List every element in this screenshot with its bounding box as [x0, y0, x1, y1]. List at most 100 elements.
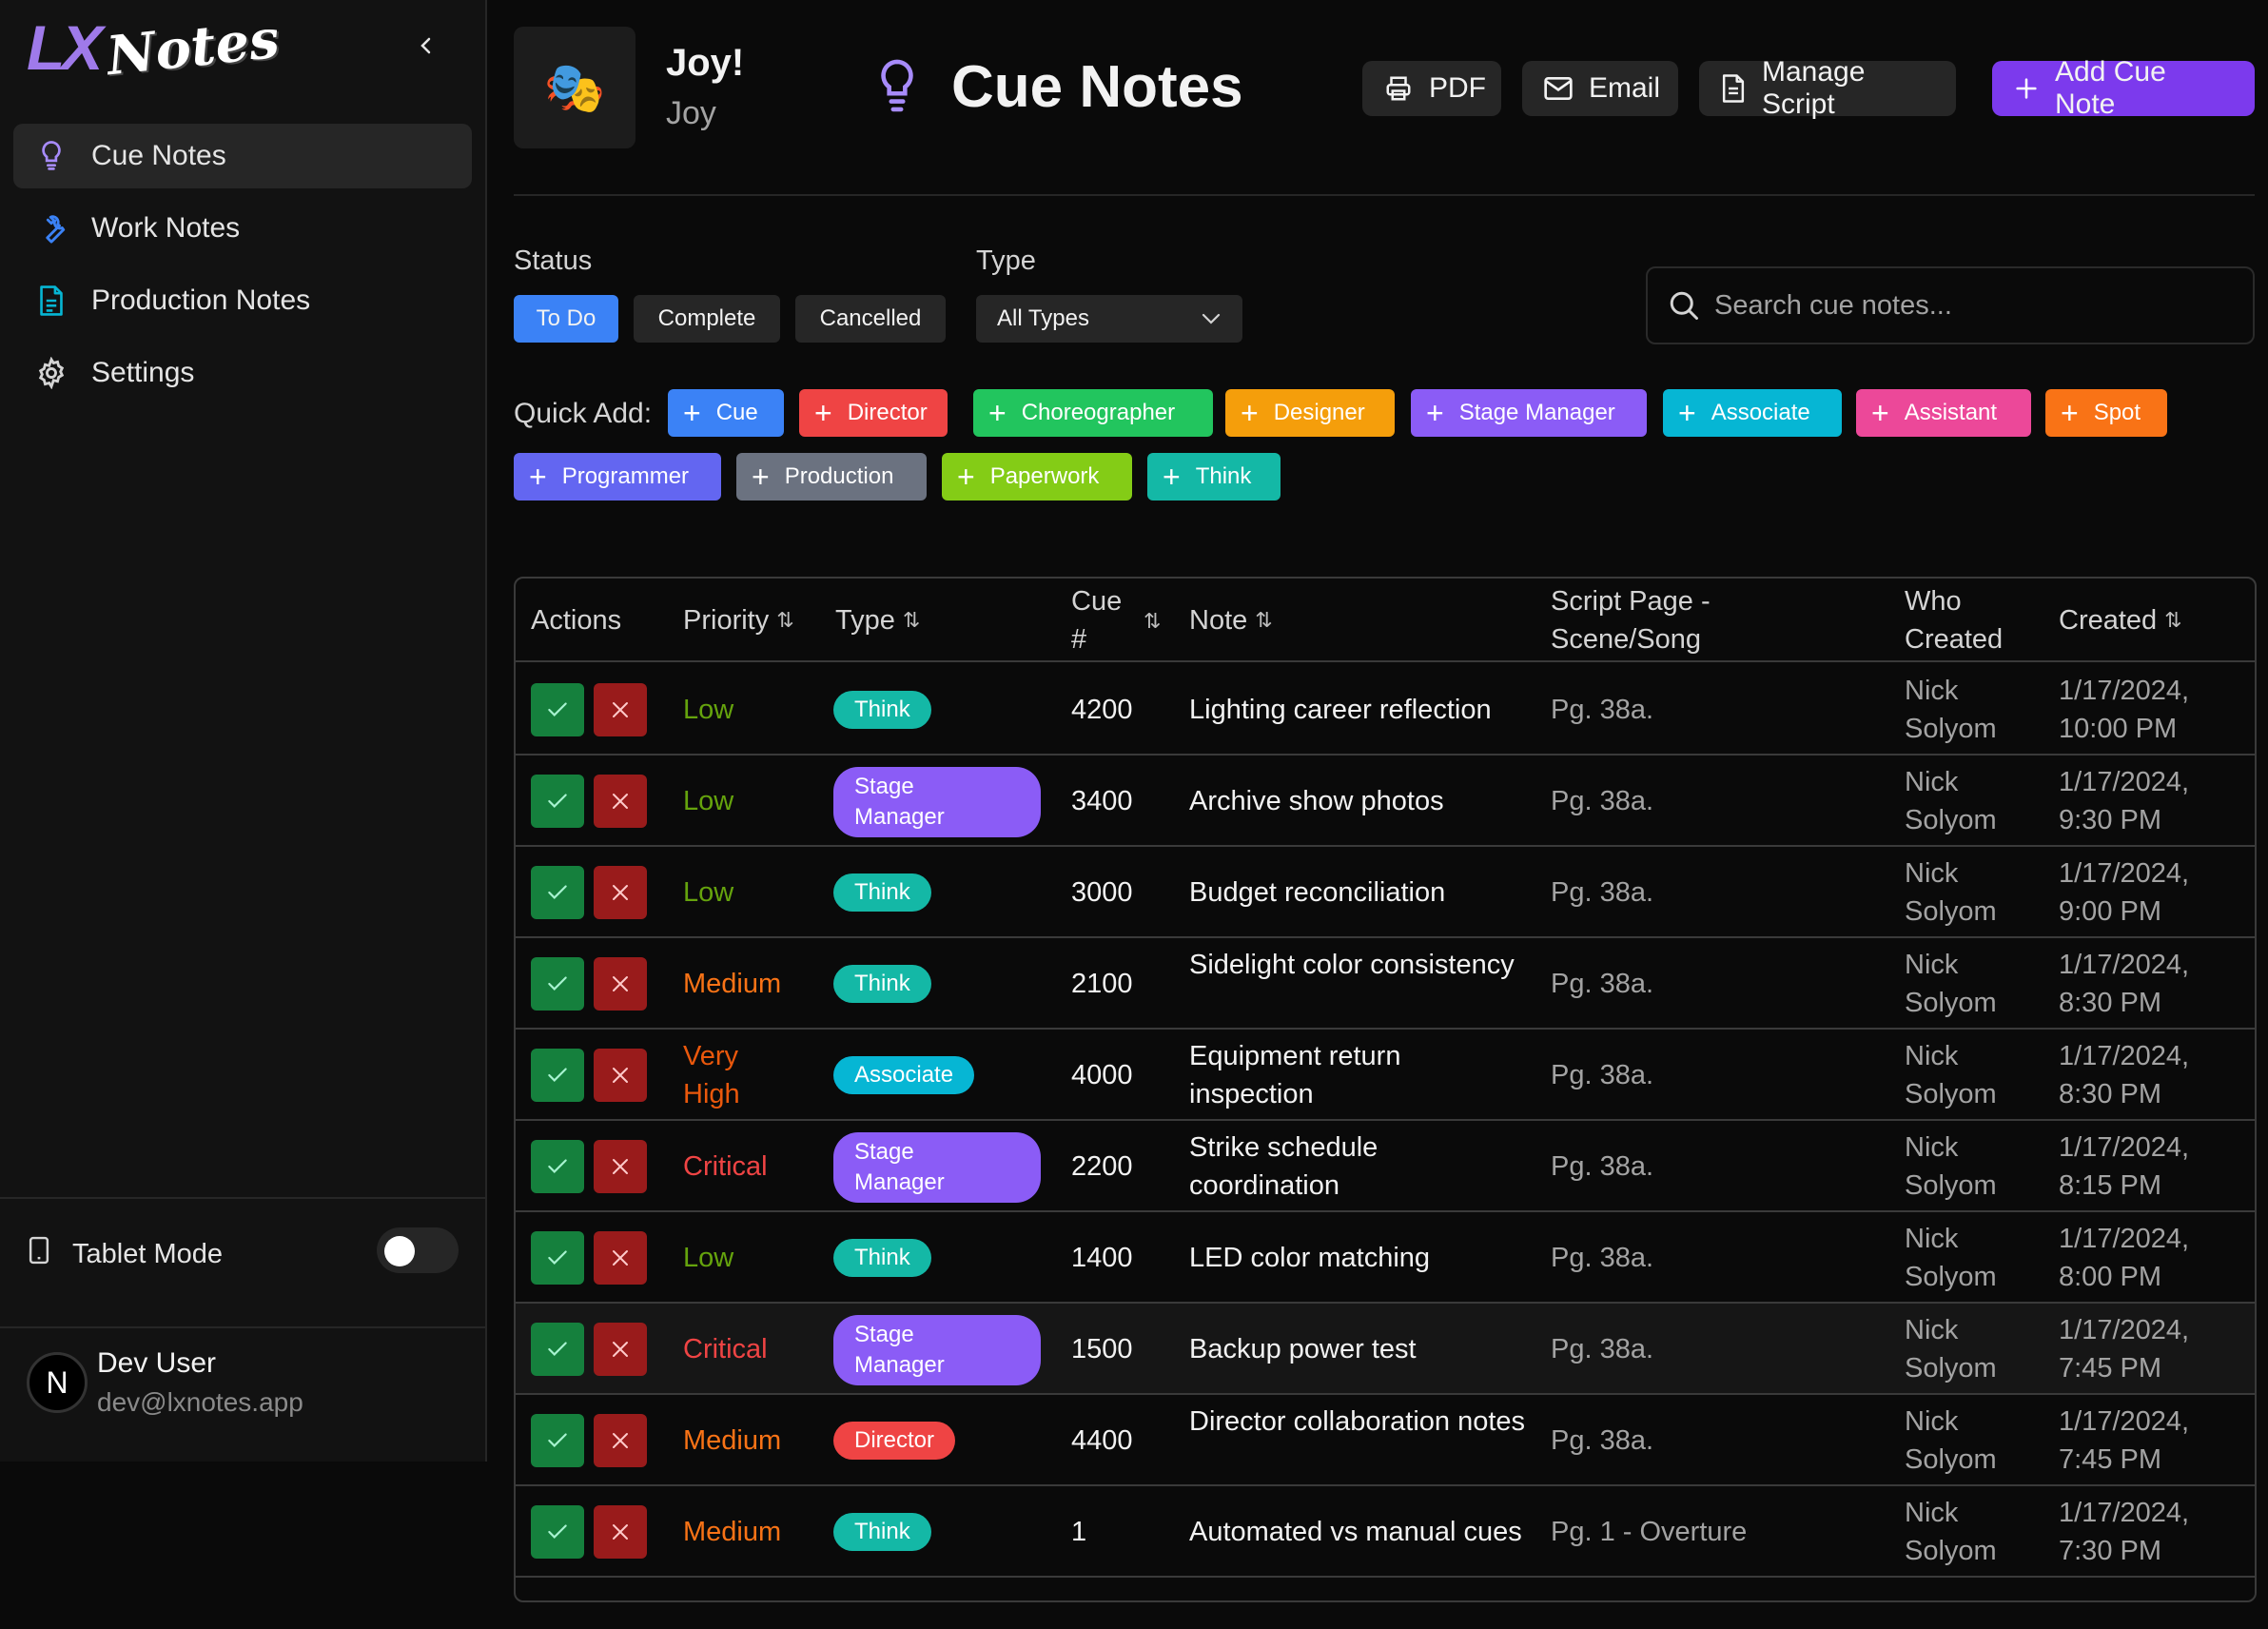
cancel-button[interactable]: [594, 1323, 647, 1376]
created-date: 1/17/2024, 9:30 PM: [2059, 767, 2190, 835]
column-header-note[interactable]: Note ⇅: [1189, 601, 1273, 639]
cancel-button[interactable]: [594, 1414, 647, 1467]
quick-add-production-button[interactable]: + Production: [736, 453, 927, 500]
app-root: LX Notes Cue Notes Work Notes Production…: [0, 0, 2268, 1629]
sidebar-item-label: Work Notes: [91, 212, 241, 244]
column-header-created[interactable]: Created ⇅: [2059, 601, 2182, 639]
created-date: 1/17/2024, 9:00 PM: [2059, 858, 2190, 927]
quick-add-designer-button[interactable]: + Designer: [1225, 389, 1395, 437]
complete-button[interactable]: [531, 1323, 584, 1376]
close-icon: [613, 1250, 628, 1266]
manage-script-button[interactable]: Manage Script: [1699, 56, 1956, 120]
type-badge: Think: [833, 1239, 931, 1277]
created-date: 1/17/2024, 8:00 PM: [2059, 1224, 2190, 1292]
email-button[interactable]: Email: [1522, 61, 1678, 116]
sidebar-item-production-notes[interactable]: Production Notes: [13, 268, 472, 333]
table-row[interactable]: Low Think 3000 Budget reconciliation Pg. 38a…: [516, 847, 2255, 938]
close-icon: [613, 1342, 628, 1357]
complete-button[interactable]: [531, 1414, 584, 1467]
type-badge-label: Think: [854, 971, 910, 996]
cancel-button[interactable]: [594, 1505, 647, 1559]
cancel-button[interactable]: [594, 957, 647, 1011]
table-row[interactable]: Low Think 4200 Lighting career reflection Pg…: [516, 664, 2255, 756]
type-badge-label: Think: [854, 879, 910, 905]
who-created: Nick Solyom: [1905, 676, 1997, 744]
sort-icon: ⇅: [776, 608, 794, 632]
cue-number: 4200: [1071, 695, 1133, 725]
tablet-mode-toggle[interactable]: [377, 1227, 459, 1273]
sidebar-item-work-notes[interactable]: Work Notes: [13, 196, 472, 261]
add-cue-note-label: Add Cue Note: [2055, 56, 2166, 120]
cancel-button[interactable]: [594, 683, 647, 736]
priority-value: Very High: [683, 1041, 740, 1109]
table-row[interactable]: Critical Stage Manager 1500 Backup power te…: [516, 1304, 2255, 1395]
script-page: Pg. 38a.: [1551, 1151, 1654, 1182]
complete-button[interactable]: [531, 957, 584, 1011]
close-icon: [613, 1159, 628, 1174]
table-row[interactable]: Medium Director 4400 Director collaboration…: [516, 1395, 2255, 1486]
created-date: 1/17/2024, 8:30 PM: [2059, 1041, 2190, 1109]
created-date: 1/17/2024, 10:00 PM: [2059, 676, 2190, 744]
table-row[interactable]: Low Think 1400 LED color matching Pg. 38a. Ni…: [516, 1212, 2255, 1304]
quick-add-director-button[interactable]: + Director: [799, 389, 948, 437]
sort-icon: ⇅: [2164, 608, 2182, 632]
type-badge: Think: [833, 1513, 931, 1551]
plus-icon: +: [1163, 460, 1181, 494]
tablet-mode-label: Tablet Mode: [72, 1238, 223, 1269]
add-cue-note-button[interactable]: Add Cue Note: [1992, 56, 2255, 120]
complete-button[interactable]: [531, 866, 584, 919]
quick-add-stage-manager-button[interactable]: + Stage Manager: [1411, 389, 1647, 437]
user-profile[interactable]: N Dev User dev@lxnotes.app: [27, 1347, 303, 1418]
status-complete-button[interactable]: Complete: [634, 295, 780, 343]
quick-add-associate-button[interactable]: + Associate: [1663, 389, 1842, 437]
column-header-type[interactable]: Type ⇅: [835, 601, 920, 639]
quick-add-think-button[interactable]: + Think: [1147, 453, 1281, 500]
sidebar-item-cue-notes[interactable]: Cue Notes: [13, 124, 472, 188]
table-row[interactable]: Critical Stage Manager 2200 Strike schedule…: [516, 1121, 2255, 1212]
table-row[interactable]: Very High Associate 4000 Equipment return i…: [516, 1030, 2255, 1121]
quick-add-assistant-button[interactable]: + Assistant: [1856, 389, 2031, 437]
quick-add-cue-button[interactable]: + Cue: [668, 389, 784, 437]
complete-button[interactable]: [531, 1231, 584, 1285]
complete-button[interactable]: [531, 1140, 584, 1193]
header-label: Who Created: [1905, 586, 2004, 655]
note-text: Equipment return inspection: [1189, 1041, 1401, 1109]
type-select-value: All Types: [997, 305, 1089, 331]
search-input[interactable]: [1714, 289, 2247, 322]
cancel-button[interactable]: [594, 866, 647, 919]
cue-number: 3400: [1071, 786, 1133, 816]
cancel-button[interactable]: [594, 775, 647, 828]
collapse-sidebar-button[interactable]: [407, 27, 445, 65]
quick-add-label: Director: [847, 400, 928, 425]
priority-value: Low: [683, 695, 734, 725]
complete-button[interactable]: [531, 775, 584, 828]
pdf-button[interactable]: PDF: [1362, 61, 1501, 116]
status-todo-button[interactable]: To Do: [514, 295, 618, 343]
complete-button[interactable]: [531, 1505, 584, 1559]
logo-notes: Notes: [104, 7, 283, 88]
complete-button[interactable]: [531, 683, 584, 736]
divider: [0, 1197, 487, 1199]
close-icon: [613, 1524, 628, 1540]
cancel-button[interactable]: [594, 1140, 647, 1193]
lightbulb-icon: [34, 139, 68, 173]
production-name: Joy!: [666, 42, 745, 84]
quick-add-programmer-button[interactable]: + Programmer: [514, 453, 721, 500]
user-name: Dev User: [97, 1347, 217, 1379]
table-row[interactable]: Low Stage Manager 3400 Archive show photos P…: [516, 756, 2255, 847]
type-select[interactable]: All Types: [976, 295, 1242, 343]
column-header-priority[interactable]: Priority ⇅: [683, 601, 794, 639]
table-row[interactable]: Medium Think 1 Automated vs manual cues Pg. …: [516, 1486, 2255, 1578]
quick-add-paperwork-button[interactable]: + Paperwork: [942, 453, 1132, 500]
table-header: Actions Priority ⇅ Type ⇅ Cue # ⇅ Note ⇅ Sc…: [516, 579, 2255, 662]
quick-add-choreographer-button[interactable]: + Choreographer: [973, 389, 1213, 437]
table-row[interactable]: Medium Think 2100 Sidelight color consisten…: [516, 938, 2255, 1030]
cancel-button[interactable]: [594, 1231, 647, 1285]
status-cancelled-button[interactable]: Cancelled: [795, 295, 946, 343]
column-header-cue[interactable]: Cue #: [1071, 582, 1140, 658]
quick-add-spot-button[interactable]: + Spot: [2045, 389, 2167, 437]
sidebar-item-settings[interactable]: Settings: [13, 341, 472, 405]
complete-button[interactable]: [531, 1049, 584, 1102]
cancel-button[interactable]: [594, 1049, 647, 1102]
type-badge-label: Stage Manager: [854, 1139, 945, 1195]
